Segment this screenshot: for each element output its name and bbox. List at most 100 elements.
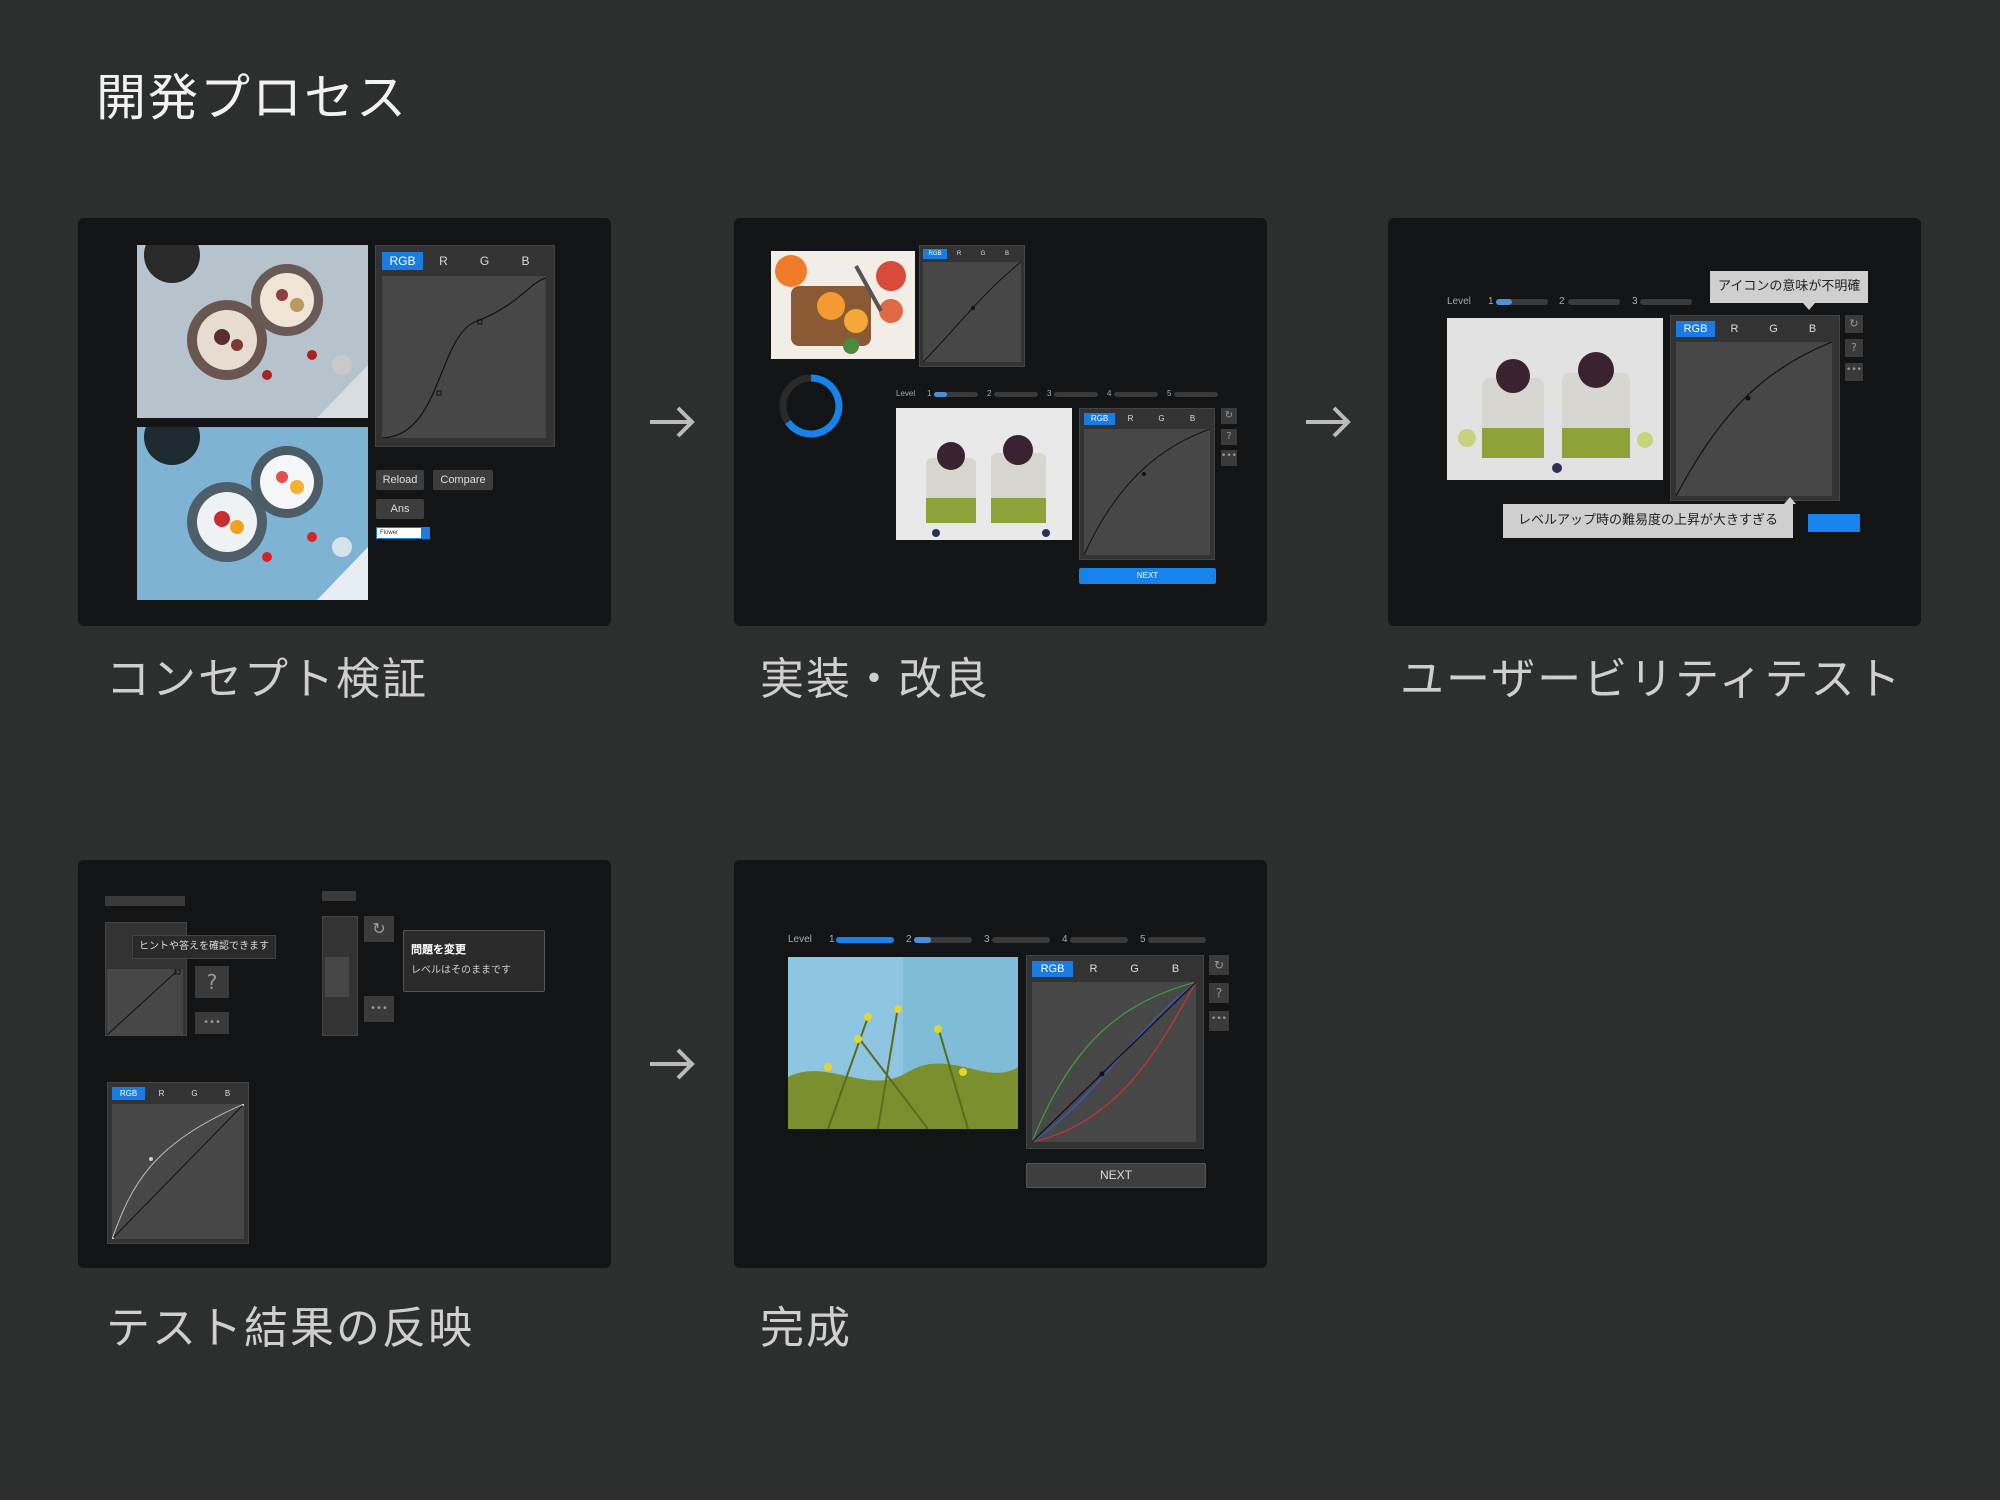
- tooltip-pointer: [1803, 303, 1815, 310]
- compare-button[interactable]: Compare: [433, 470, 493, 490]
- reset-icon[interactable]: ↻: [1845, 315, 1863, 333]
- level-progress-fill: [914, 937, 932, 943]
- level-number: 5: [1167, 389, 1172, 398]
- feedback-tooltip: アイコンの意味が不明確: [1710, 271, 1869, 303]
- curve-plot[interactable]: [1083, 428, 1211, 556]
- level-progress-bar: [994, 392, 1038, 397]
- tab-b[interactable]: B: [1793, 321, 1832, 337]
- chevron-down-icon: [421, 528, 429, 538]
- level-number: 5: [1140, 934, 1146, 945]
- placeholder-bar: [105, 896, 185, 906]
- level-number: 2: [1559, 296, 1565, 307]
- channel-tabs: RGB R G B: [1032, 961, 1196, 977]
- tab-r[interactable]: R: [1715, 321, 1754, 337]
- level-progress-fill: [836, 937, 894, 943]
- image-select[interactable]: Flower: [376, 527, 430, 539]
- tab-b[interactable]: B: [1155, 961, 1196, 977]
- tab-rgb[interactable]: RGB: [1032, 961, 1073, 977]
- image-select-value: Flower: [380, 530, 399, 536]
- level-label: Level: [1447, 296, 1471, 307]
- channel-tabs: RGB R G B: [1676, 321, 1832, 337]
- tab-rgb[interactable]: RGB: [923, 249, 947, 259]
- loading-spinner-icon: [779, 374, 843, 438]
- tab-b[interactable]: B: [995, 249, 1019, 259]
- step-card-usability: Level 1 2 3 アイコンの意味が不明確 RGB R G B ↻ ? ••…: [1388, 218, 1921, 626]
- tab-rgb[interactable]: RGB: [1084, 413, 1115, 425]
- more-icon[interactable]: •••: [1221, 450, 1237, 466]
- step-card-implementation: RGB R G B Level 1 2 3 4 5 RGB R G B ↻ ? …: [734, 218, 1267, 626]
- dessert-photo: [1447, 318, 1663, 480]
- more-icon[interactable]: •••: [1209, 1011, 1229, 1031]
- step-card-complete: Level 1 2 3 4 5 RGB R G B ↻ ? ••• NEXT: [734, 860, 1267, 1268]
- dessert-photo: [896, 408, 1072, 540]
- tab-rgb[interactable]: RGB: [1676, 321, 1715, 337]
- next-button[interactable]: NEXT: [1079, 568, 1216, 584]
- tab-b[interactable]: B: [505, 252, 546, 270]
- next-button[interactable]: [1808, 514, 1860, 532]
- step-caption: テスト結果の反映: [106, 1303, 474, 1354]
- level-number: 1: [1488, 296, 1494, 307]
- question-icon[interactable]: ?: [1209, 983, 1229, 1003]
- curve-plot[interactable]: [110, 1102, 246, 1241]
- level-number: 3: [1632, 296, 1638, 307]
- ans-button[interactable]: Ans: [376, 499, 424, 519]
- tab-g[interactable]: G: [1754, 321, 1793, 337]
- tab-r[interactable]: R: [1073, 961, 1114, 977]
- tab-g[interactable]: G: [464, 252, 505, 270]
- tab-g[interactable]: G: [1146, 413, 1177, 425]
- level-progress-bar: [1568, 299, 1620, 305]
- step-caption: ユーザービリティテスト: [1400, 654, 1903, 705]
- channel-tabs: RGB R G B: [382, 252, 546, 270]
- level-progress-bar: [1070, 937, 1128, 943]
- reset-icon[interactable]: ↻: [1221, 408, 1237, 424]
- tab-r[interactable]: R: [1115, 413, 1146, 425]
- curve-panel: RGB R G B: [107, 1082, 249, 1244]
- question-icon[interactable]: ?: [1221, 429, 1237, 445]
- level-progress-bar: [836, 937, 894, 943]
- step-card-reflection: ヒントや答えを確認できます ? ••• ↻ ••• 問題を変更 レベルはそのまま…: [78, 860, 611, 1268]
- level-number: 3: [1047, 389, 1052, 398]
- tab-b[interactable]: B: [211, 1087, 244, 1100]
- reload-button[interactable]: Reload: [376, 470, 424, 490]
- curve-plot[interactable]: [1031, 981, 1197, 1143]
- level-number: 1: [829, 934, 835, 945]
- page-title: 開発プロセス: [96, 69, 408, 127]
- level-label: Level: [896, 389, 916, 398]
- curve-plot[interactable]: [922, 261, 1022, 363]
- tooltip-pointer: [1784, 497, 1796, 504]
- tab-rgb[interactable]: RGB: [382, 252, 423, 270]
- tab-g[interactable]: G: [1114, 961, 1155, 977]
- tab-r[interactable]: R: [145, 1087, 178, 1100]
- tab-g[interactable]: G: [971, 249, 995, 259]
- arrow-right-icon: [650, 1048, 695, 1080]
- next-button[interactable]: NEXT: [1026, 1163, 1206, 1188]
- tab-g[interactable]: G: [178, 1087, 211, 1100]
- tab-r[interactable]: R: [423, 252, 464, 270]
- food-photo-adjusted: [137, 427, 368, 600]
- more-icon[interactable]: •••: [195, 1012, 229, 1034]
- curve-plot[interactable]: [1675, 341, 1833, 497]
- curve-panel: RGB R G B: [1670, 315, 1840, 501]
- curve-plot: [325, 957, 349, 997]
- reset-icon[interactable]: ↻: [364, 916, 394, 942]
- tab-b[interactable]: B: [1177, 413, 1208, 425]
- curve-plot[interactable]: [381, 276, 547, 439]
- channel-tabs: RGB R G B: [923, 249, 1021, 259]
- level-label: Level: [788, 934, 812, 945]
- more-icon[interactable]: •••: [1845, 363, 1863, 381]
- hint-tooltip: ヒントや答えを確認できます: [132, 935, 276, 959]
- level-progress-bar: [914, 937, 972, 943]
- tab-r[interactable]: R: [947, 249, 971, 259]
- question-icon[interactable]: ?: [1845, 339, 1863, 357]
- question-icon[interactable]: ?: [195, 966, 229, 998]
- level-progress-bar: [934, 392, 978, 397]
- fruit-photo: [771, 251, 915, 359]
- step-card-concept: RGB R G B Reload Compare Ans Flower: [78, 218, 611, 626]
- change-tooltip: 問題を変更 レベルはそのままです: [403, 930, 545, 992]
- more-icon[interactable]: •••: [364, 996, 394, 1022]
- arrow-right-icon: [1306, 406, 1351, 438]
- reset-icon[interactable]: ↻: [1209, 955, 1229, 975]
- level-progress-bar: [1640, 299, 1692, 305]
- level-number: 1: [927, 389, 932, 398]
- tab-rgb[interactable]: RGB: [112, 1087, 145, 1100]
